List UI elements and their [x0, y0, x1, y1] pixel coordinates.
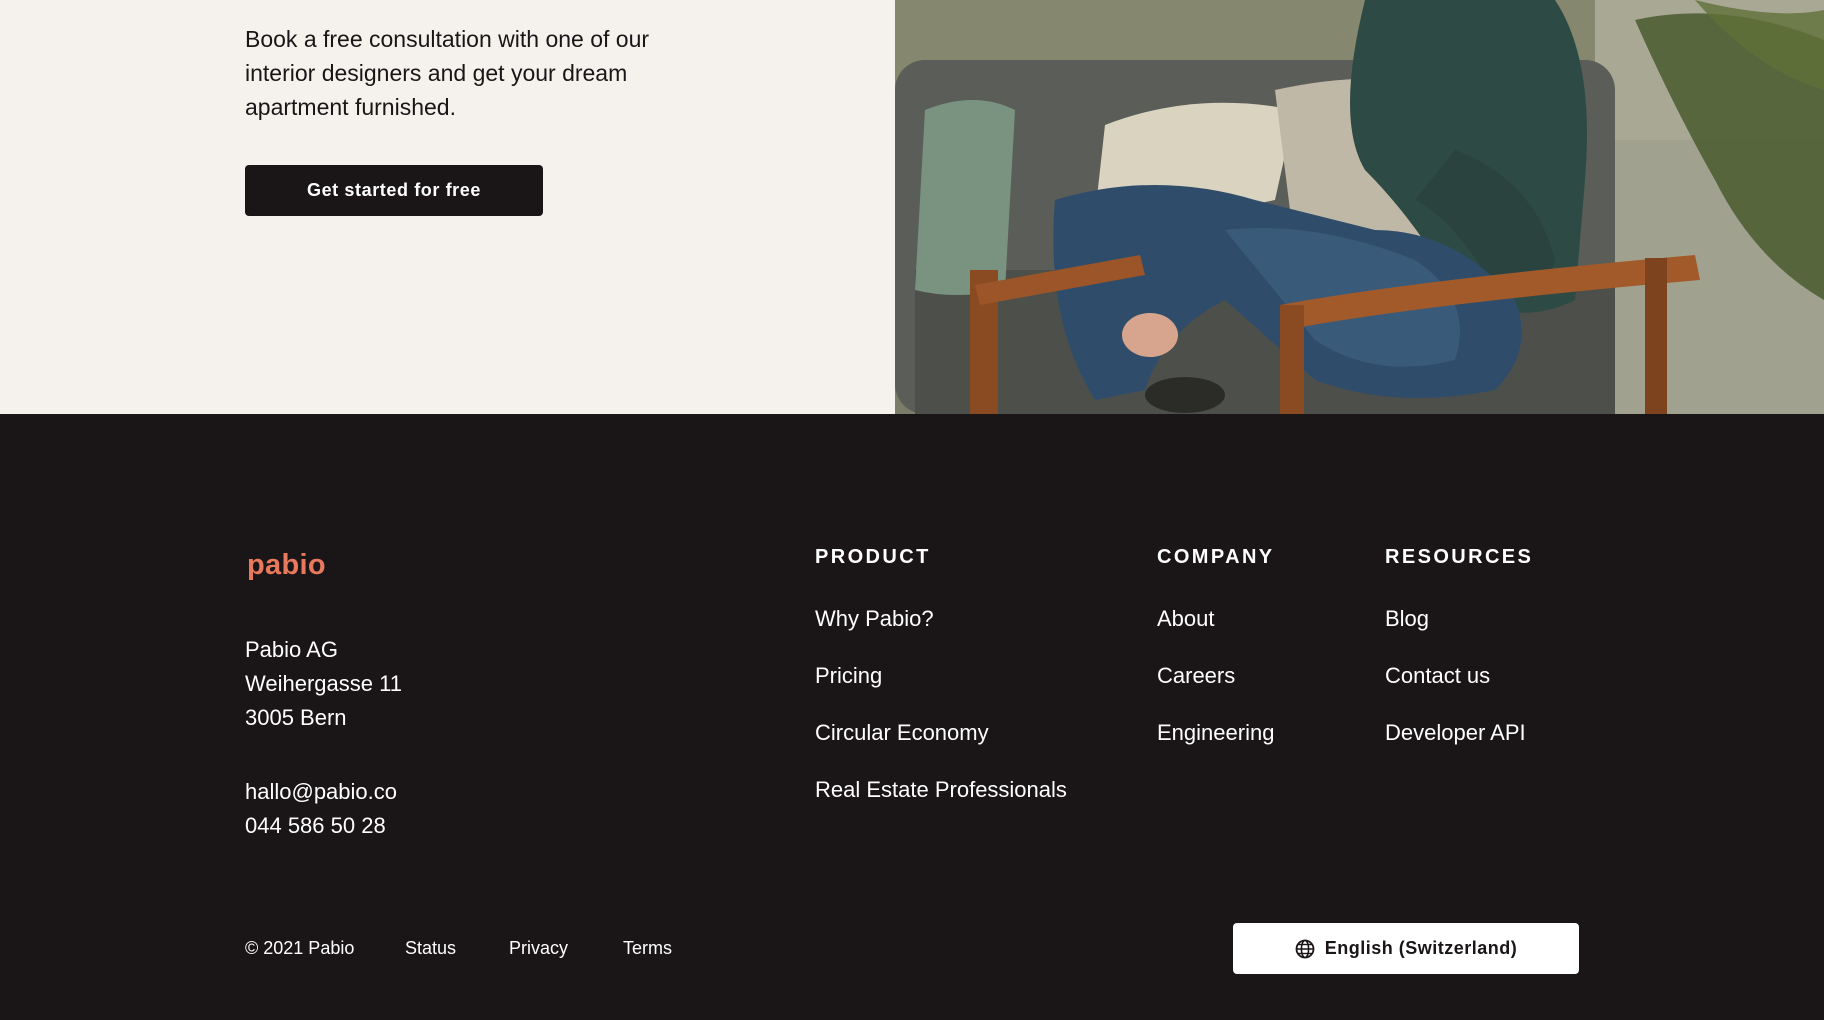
woman-on-armchair-image [895, 0, 1824, 414]
email-link[interactable]: hallo@pabio.co [245, 775, 397, 809]
privacy-link[interactable]: Privacy [509, 938, 568, 959]
column-title-product: PRODUCT [815, 546, 931, 568]
cta-section: Book a free consultation with one of our… [0, 0, 1824, 414]
phone-link[interactable]: 044 586 50 28 [245, 809, 397, 843]
company-address: Pabio AG Weihergasse 11 3005 Bern [245, 633, 402, 735]
footer-link-careers[interactable]: Careers [1157, 661, 1275, 718]
pabio-logo[interactable]: pabio [247, 549, 326, 582]
cta-description: Book a free consultation with one of our… [245, 26, 650, 120]
address-line: Weihergasse 11 [245, 671, 402, 696]
status-link[interactable]: Status [405, 938, 456, 959]
footer-link-engineering[interactable]: Engineering [1157, 718, 1275, 775]
get-started-button[interactable]: Get started for free [245, 165, 543, 216]
hero-photo [895, 0, 1824, 414]
language-label: English (Switzerland) [1324, 938, 1518, 958]
column-title-company: COMPANY [1157, 546, 1275, 568]
site-footer: pabio Pabio AG Weihergasse 11 3005 Bern … [0, 414, 1824, 1020]
globe-icon [1295, 939, 1315, 958]
footer-link-pricing[interactable]: Pricing [815, 661, 1067, 718]
language-selector-button[interactable]: English (Switzerland) [1233, 923, 1579, 974]
footer-link-why-pabio[interactable]: Why Pabio? [815, 604, 1067, 661]
column-title-resources: RESOURCES [1385, 546, 1534, 568]
company-column: COMPANY About Careers Engineering [1157, 546, 1275, 775]
product-column: PRODUCT Why Pabio? Pricing Circular Econ… [815, 546, 1067, 832]
footer-link-contact-us[interactable]: Contact us [1385, 661, 1533, 718]
contact-info: hallo@pabio.co 044 586 50 28 [245, 775, 397, 843]
address-line: 3005 Bern [245, 705, 347, 730]
copyright: © 2021 Pabio [245, 938, 355, 958]
terms-link[interactable]: Terms [623, 938, 672, 959]
address-line: Pabio AG [245, 637, 338, 662]
cta-panel: Book a free consultation with one of our… [0, 0, 895, 414]
footer-link-real-estate[interactable]: Real Estate Professionals [815, 775, 1067, 832]
footer-link-blog[interactable]: Blog [1385, 604, 1533, 661]
resources-column: RESOURCES Blog Contact us Developer API [1385, 546, 1533, 775]
footer-link-developer-api[interactable]: Developer API [1385, 718, 1533, 775]
footer-link-about[interactable]: About [1157, 604, 1275, 661]
footer-link-circular-economy[interactable]: Circular Economy [815, 718, 1067, 775]
